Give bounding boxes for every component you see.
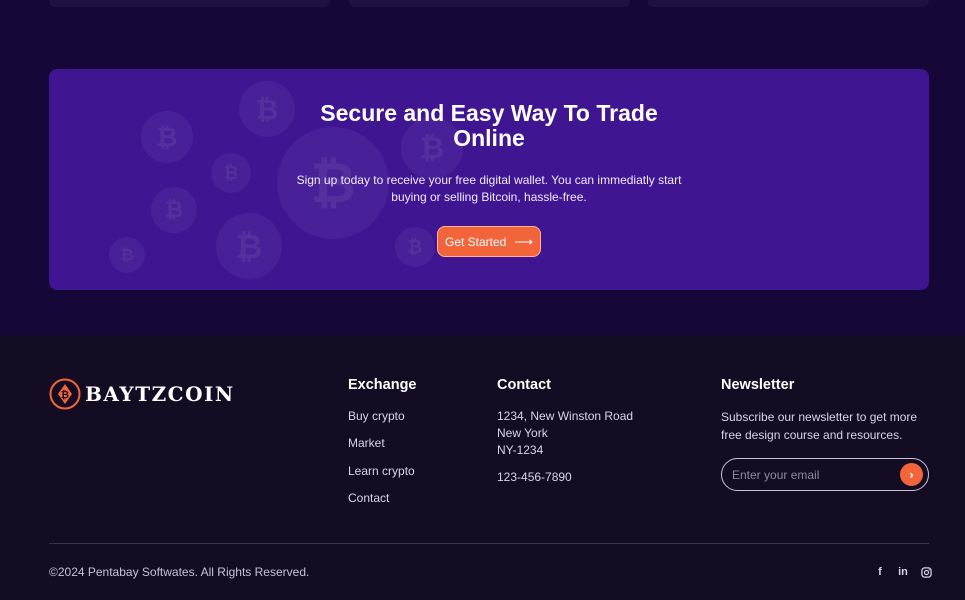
top-section: ₿ ₿ ₿ ₿ ₿ ₿ ₿ ₿ ₿ Secure and Easy Way To… bbox=[0, 0, 965, 335]
newsletter-heading: Newsletter bbox=[721, 377, 795, 393]
link-learn-crypto[interactable]: Learn crypto bbox=[348, 464, 415, 491]
link-market[interactable]: Market bbox=[348, 436, 415, 463]
subscribe-button[interactable]: › bbox=[900, 463, 923, 486]
cta-banner: ₿ ₿ ₿ ₿ ₿ ₿ ₿ ₿ ₿ Secure and Easy Way To… bbox=[49, 69, 929, 290]
chevron-right-icon: › bbox=[909, 467, 914, 482]
feature-card bbox=[349, 0, 630, 7]
brand-logo[interactable]: ₿ BAYTZCOIN bbox=[49, 378, 235, 410]
cta-description: Sign up today to receive your free digit… bbox=[296, 173, 682, 204]
bitcoin-logo-icon: ₿ bbox=[49, 378, 81, 410]
contact-info: 1234, New Winston Road New York NY-1234 … bbox=[497, 409, 633, 487]
bitcoin-coin-icon: ₿ bbox=[141, 111, 193, 163]
bitcoin-coin-icon: ₿ bbox=[239, 81, 295, 137]
exchange-heading: Exchange bbox=[348, 377, 417, 393]
linkedin-icon[interactable]: in bbox=[897, 565, 909, 579]
phone-number[interactable]: 123-456-7890 bbox=[497, 470, 633, 487]
svg-text:₿: ₿ bbox=[61, 389, 69, 401]
feature-card bbox=[49, 0, 330, 7]
exchange-links: Buy crypto Market Learn crypto Contact bbox=[348, 409, 415, 518]
brand-name: BAYTZCOIN bbox=[85, 382, 235, 406]
footer-divider bbox=[49, 543, 929, 544]
social-links: f in bbox=[874, 565, 932, 579]
get-started-label: Get Started bbox=[444, 234, 507, 249]
facebook-icon[interactable]: f bbox=[874, 565, 886, 579]
address-line: New York bbox=[497, 426, 548, 440]
address-line: NY-1234 bbox=[497, 443, 544, 457]
link-contact[interactable]: Contact bbox=[348, 491, 415, 518]
instagram-icon[interactable] bbox=[920, 565, 932, 579]
address-line: 1234, New Winston Road bbox=[497, 409, 634, 423]
copyright-text: ©2024 Pentabay Softwates. All Rights Res… bbox=[49, 565, 310, 579]
site-footer: ₿ BAYTZCOIN Exchange Buy crypto Market L… bbox=[0, 335, 965, 600]
bitcoin-coin-icon: ₿ bbox=[211, 153, 251, 193]
bitcoin-coin-icon: ₿ bbox=[395, 227, 435, 267]
cta-title: Secure and Easy Way To Trade Online bbox=[320, 100, 658, 151]
newsletter-form: › bbox=[721, 458, 929, 491]
contact-heading: Contact bbox=[497, 377, 551, 393]
newsletter-description: Subscribe our newsletter to get more fre… bbox=[721, 410, 918, 442]
bitcoin-coin-icon: ₿ bbox=[216, 213, 282, 279]
arrow-right-icon: ⟶ bbox=[514, 234, 533, 249]
bitcoin-coin-icon: ₿ bbox=[151, 187, 197, 233]
feature-card bbox=[648, 0, 929, 7]
bitcoin-coin-icon: ₿ bbox=[109, 237, 145, 273]
get-started-button[interactable]: Get Started ⟶ bbox=[437, 226, 541, 257]
link-buy-crypto[interactable]: Buy crypto bbox=[348, 409, 415, 436]
email-input[interactable] bbox=[732, 467, 900, 482]
